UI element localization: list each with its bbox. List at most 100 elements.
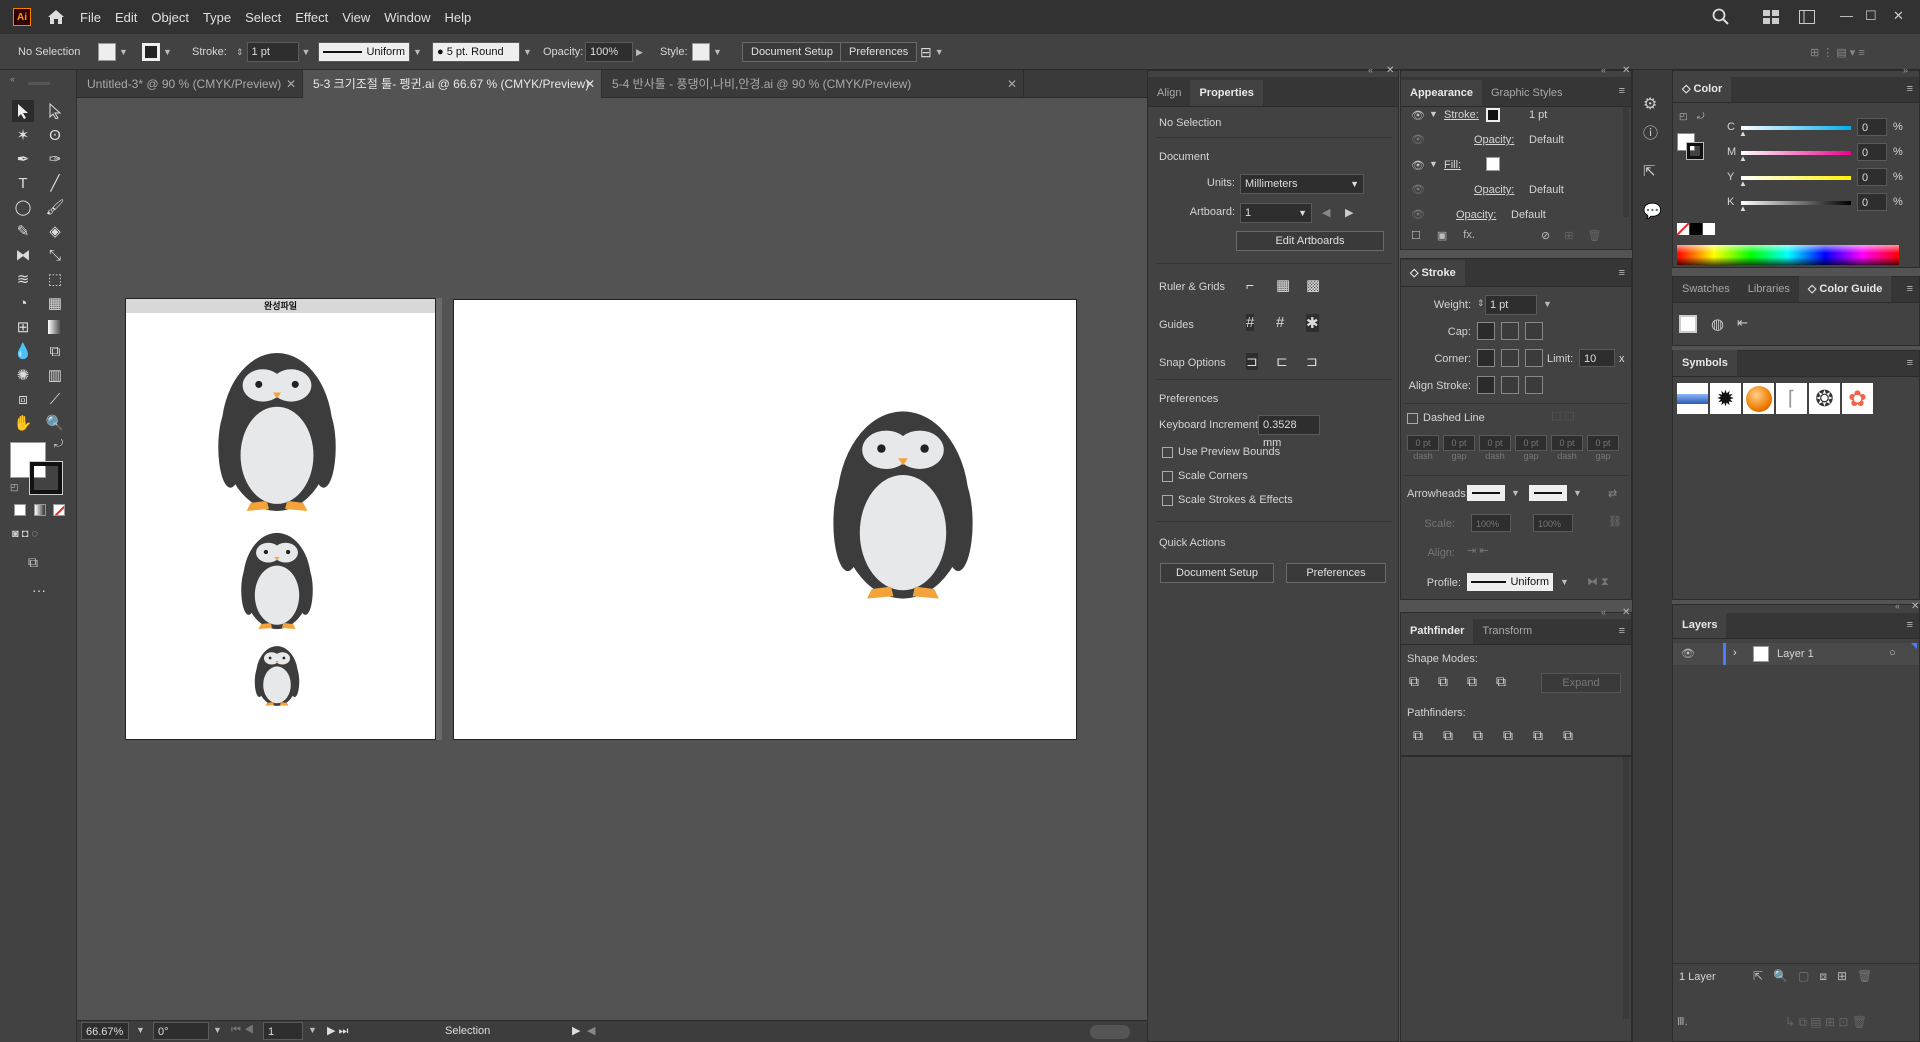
pen-tool-icon[interactable]: ✒ (12, 148, 34, 170)
zoom-tool-icon[interactable]: 🔍 (44, 412, 66, 434)
tab-graphic-styles[interactable]: Graphic Styles (1482, 80, 1572, 106)
line-tool-icon[interactable]: ╱ (44, 172, 66, 194)
visibility-eye-icon[interactable]: 👁 (1411, 109, 1425, 122)
black-thumb[interactable]: ▲ (1739, 204, 1747, 213)
yellow-field[interactable]: 0 (1857, 168, 1887, 186)
style-swatch[interactable] (692, 43, 710, 61)
more-tools-icon[interactable]: ··· (32, 582, 46, 598)
default-colors-icon[interactable]: ◰ (10, 482, 19, 493)
align-inside-icon[interactable] (1501, 376, 1519, 394)
add-fill-icon[interactable]: ▣ (1437, 229, 1447, 242)
stroke-profile-field[interactable]: Uniform (366, 43, 405, 61)
gap-3-field[interactable]: 0 pt (1587, 435, 1619, 451)
panel-menu-icon[interactable]: ≡ (1619, 625, 1625, 637)
delete-item-icon[interactable]: 🗑 (1587, 229, 1601, 242)
chevron-down-icon[interactable]: ▼ (1429, 159, 1438, 169)
fill-swatch[interactable] (98, 43, 116, 61)
tab-align[interactable]: Align (1148, 80, 1190, 106)
exclude-icon[interactable]: ⧉ (1496, 673, 1506, 690)
quick-document-setup-button[interactable]: Document Setup (1160, 563, 1274, 583)
close-panel-icon[interactable]: ✕ (1911, 601, 1919, 612)
minimize-icon[interactable]: — (1840, 8, 1853, 23)
artboard-completed[interactable]: 완성파일 (125, 298, 436, 740)
chevron-down-icon[interactable]: ▼ (713, 47, 722, 57)
penguin-small[interactable] (254, 645, 300, 707)
menu-edit[interactable]: Edit (108, 10, 144, 25)
comment-icon[interactable]: 💬 (1643, 202, 1662, 220)
base-color-swatch[interactable] (1679, 315, 1697, 333)
round-cap-icon[interactable] (1501, 322, 1519, 340)
dash-align-icons[interactable]: ⬚ ⬚ (1551, 409, 1575, 422)
panel-menu-icon[interactable]: ≡ (1619, 85, 1625, 97)
brush-field[interactable]: ● 5 pt. Round (432, 42, 520, 62)
menu-help[interactable]: Help (437, 10, 478, 25)
swap-arrowheads-icon[interactable]: ⇄ (1608, 487, 1617, 500)
tab-color[interactable]: ◇ Color (1673, 76, 1732, 102)
intersect-icon[interactable]: ⧉ (1467, 673, 1477, 690)
close-panel-icon[interactable]: ✕ (1622, 65, 1630, 76)
magic-wand-tool-icon[interactable]: ✶ (12, 124, 34, 146)
tab-properties[interactable]: Properties (1190, 80, 1263, 106)
cyan-thumb[interactable]: ▲ (1739, 129, 1747, 138)
layers-extra-icons[interactable]: ↳ ⧉ ▤ ⊞ ⊡ 🗑 (1785, 1015, 1867, 1030)
layer-name[interactable]: Layer 1 (1777, 648, 1814, 660)
swap-colors-icon[interactable]: ⤾ (54, 438, 63, 451)
symbol-blue-bar[interactable] (1677, 383, 1708, 414)
visibility-eye-icon[interactable]: 👁 (1411, 183, 1425, 196)
collapse-icon[interactable]: « (1601, 607, 1606, 617)
collapse-icon[interactable]: « (1368, 65, 1373, 75)
canvas[interactable]: 완성파일 (77, 98, 1147, 1020)
home-icon[interactable] (47, 9, 65, 25)
selection-tool-icon[interactable] (12, 100, 34, 122)
blend-tool-icon[interactable]: ⧉ (44, 340, 66, 362)
slice-tool-icon[interactable]: ⟋ (44, 388, 66, 410)
type-tool-icon[interactable]: T (12, 172, 34, 194)
gradient-mode-icon[interactable] (34, 504, 46, 516)
chevron-down-icon[interactable]: ▼ (523, 47, 532, 57)
tab-symbols[interactable]: Symbols (1673, 350, 1737, 376)
smart-guides-icon[interactable]: ✱ (1306, 314, 1319, 332)
panel-menu-icon[interactable]: ≡ (1907, 283, 1913, 295)
link-scale-icon[interactable]: ⛓ (1608, 515, 1622, 528)
quick-preferences-button[interactable]: Preferences (1286, 563, 1386, 583)
doc-tab-reflect[interactable]: 5-4 반사툴 - 풍댕이,나비,안경.ai @ 90 % (CMYK/Prev… (602, 70, 1024, 98)
collect-export-icon[interactable]: ⇱ (1753, 969, 1763, 984)
chevron-down-icon[interactable]: ▼ (302, 47, 311, 57)
duplicate-item-icon[interactable]: ⊞ (1564, 229, 1573, 242)
penguin-work[interactable] (831, 405, 975, 605)
chevron-down-icon[interactable]: ▼ (1511, 488, 1520, 498)
chevron-down-icon[interactable]: ▼ (136, 1025, 145, 1035)
reflect-tool-icon[interactable]: ⧓ (12, 244, 34, 266)
stepper-icon[interactable]: ⇕ (236, 47, 244, 58)
align-center-icon[interactable] (1477, 376, 1495, 394)
dash-1-field[interactable]: 0 pt (1407, 435, 1439, 451)
eyedropper-tool-icon[interactable]: 💧 (12, 340, 34, 362)
penguin-large[interactable] (216, 351, 338, 513)
paintbrush-tool-icon[interactable]: 🖌 (44, 196, 66, 218)
magenta-field[interactable]: 0 (1857, 143, 1887, 161)
first-artboard-icon[interactable]: ⏮ ◀ (231, 1024, 254, 1037)
symbol-wreath[interactable]: ❂ (1809, 383, 1840, 414)
rotation-field[interactable]: 0° (153, 1022, 209, 1040)
bevel-join-icon[interactable] (1525, 349, 1543, 367)
chevron-down-icon[interactable]: ▼ (213, 1025, 222, 1035)
stepper-icon[interactable]: ⇕ (1477, 298, 1485, 309)
horizontal-scrollbar[interactable] (1090, 1025, 1130, 1039)
gradient-tool-icon[interactable] (44, 316, 66, 338)
profile-select[interactable]: Uniform (1467, 573, 1553, 591)
yellow-thumb[interactable]: ▲ (1739, 179, 1747, 188)
shape-builder-tool-icon[interactable]: ◔ (12, 292, 34, 314)
free-transform-tool-icon[interactable]: ⬚ (44, 268, 66, 290)
appearance-object-opacity-label[interactable]: Opacity: (1456, 209, 1496, 221)
new-sublayer-icon[interactable]: ⧈ (1819, 969, 1827, 984)
magenta-thumb[interactable]: ▲ (1739, 154, 1747, 163)
artboard-select[interactable]: 1 ▼ (1240, 203, 1312, 223)
curvature-tool-icon[interactable]: ✑ (44, 148, 66, 170)
magenta-slider[interactable] (1741, 151, 1851, 155)
yellow-slider[interactable] (1741, 176, 1851, 180)
transparency-grid-icon[interactable]: ▩ (1306, 276, 1320, 294)
chevron-down-icon[interactable]: ▼ (163, 47, 172, 57)
end-scale-field[interactable]: 100% (1533, 514, 1573, 532)
direct-selection-tool-icon[interactable] (44, 100, 66, 122)
harmony-icon[interactable]: ◍ (1711, 315, 1724, 333)
